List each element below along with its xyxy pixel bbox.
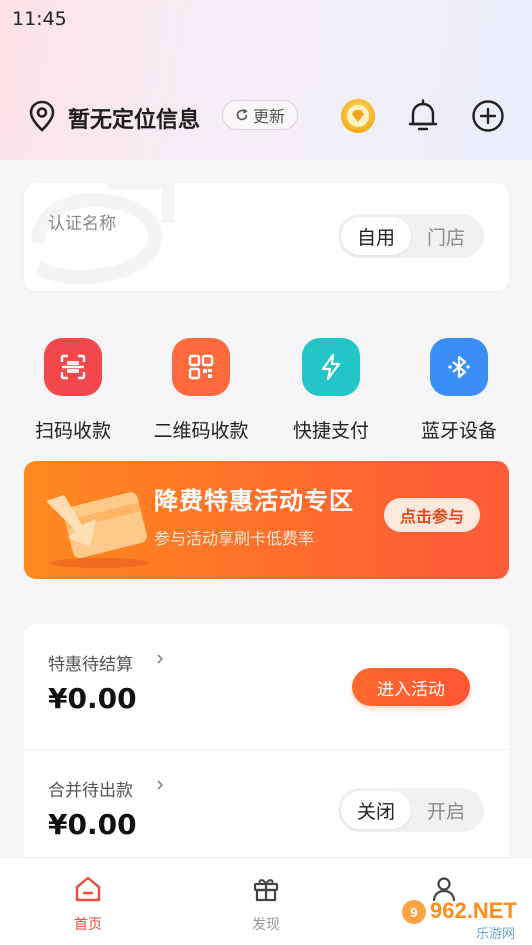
- tab-home[interactable]: 首页: [48, 874, 128, 934]
- location-text[interactable]: 暂无定位信息: [68, 102, 200, 134]
- merged-payout-row: 合并待出款 ¥0.00 关闭 开启: [24, 750, 509, 874]
- site-watermark-logo: 9 962.NET 乐游网: [402, 898, 517, 941]
- merged-payout-option-off[interactable]: 关闭: [341, 791, 411, 829]
- tab-label: 首页: [74, 917, 102, 933]
- merged-payout-option-on[interactable]: 开启: [411, 791, 481, 829]
- quick-action-bluetooth-device[interactable]: 蓝牙设备: [404, 338, 514, 443]
- scan-icon: [44, 338, 102, 396]
- promo-title: 降费特惠活动专区: [154, 487, 354, 515]
- qrcode-icon: [172, 338, 230, 396]
- promo-card-illustration: [46, 492, 150, 568]
- home-icon: [75, 876, 101, 902]
- quick-action-scan-pay[interactable]: 扫码收款: [18, 338, 128, 443]
- refresh-icon: [236, 108, 248, 121]
- quick-action-label: 扫码收款: [34, 420, 111, 442]
- card-watermark-decoration: [31, 183, 174, 284]
- merged-payout-amount: ¥0.00: [48, 808, 137, 841]
- usage-option-store[interactable]: 门店: [411, 217, 481, 255]
- location-pin-icon[interactable]: [28, 100, 56, 132]
- quick-actions: 扫码收款 二维码收款 快捷支付 蓝牙设备: [0, 338, 532, 448]
- watermark-text: 962.NET: [430, 898, 517, 923]
- watermark-subtext: 乐游网: [476, 926, 515, 941]
- tab-label: 发现: [252, 917, 280, 933]
- notification-bell-icon[interactable]: [406, 98, 440, 134]
- usage-type-switch: 自用 门店: [338, 214, 484, 258]
- chevron-right-icon[interactable]: [155, 652, 165, 666]
- tab-discover[interactable]: 发现: [226, 874, 306, 934]
- quick-action-express-pay[interactable]: 快捷支付: [276, 338, 386, 443]
- promo-banner[interactable]: 降费特惠活动专区 参与活动享刷卡低费率 点击参与: [24, 461, 509, 579]
- funds-card: 特惠待结算 ¥0.00 进入活动 合并待出款 ¥0.00 关闭 开启: [24, 624, 509, 874]
- bluetooth-icon: [430, 338, 488, 396]
- usage-option-self[interactable]: 自用: [341, 217, 411, 255]
- merged-payout-label[interactable]: 合并待出款: [48, 776, 133, 801]
- pending-settlement-row: 特惠待结算 ¥0.00 进入活动: [24, 624, 509, 750]
- auth-name-label: 认证名称: [48, 214, 116, 234]
- join-promo-button[interactable]: 点击参与: [384, 498, 480, 532]
- chevron-right-icon[interactable]: [155, 778, 165, 792]
- merged-payout-switch: 关闭 开启: [338, 788, 484, 832]
- gift-icon: [253, 879, 279, 902]
- promo-subtitle: 参与活动享刷卡低费率: [154, 529, 315, 548]
- quick-action-qrcode-pay[interactable]: 二维码收款: [146, 338, 256, 443]
- quick-action-label: 蓝牙设备: [420, 420, 497, 442]
- vip-badge-icon[interactable]: [340, 98, 376, 134]
- add-circle-icon[interactable]: [470, 98, 506, 134]
- refresh-location-button[interactable]: 更新: [222, 100, 298, 130]
- top-header: 暂无定位信息 更新: [0, 92, 532, 140]
- refresh-label: 更新: [252, 107, 285, 126]
- lightning-icon: [302, 338, 360, 396]
- svg-text:9: 9: [410, 905, 417, 920]
- enter-activity-button[interactable]: 进入活动: [352, 668, 470, 706]
- auth-card: 认证名称 自用 门店: [24, 183, 509, 291]
- quick-action-label: 快捷支付: [292, 420, 369, 442]
- pending-settlement-amount: ¥0.00: [48, 682, 137, 715]
- status-time: 11:45: [12, 8, 67, 30]
- quick-action-label: 二维码收款: [153, 420, 249, 442]
- pending-settlement-label[interactable]: 特惠待结算: [48, 650, 133, 675]
